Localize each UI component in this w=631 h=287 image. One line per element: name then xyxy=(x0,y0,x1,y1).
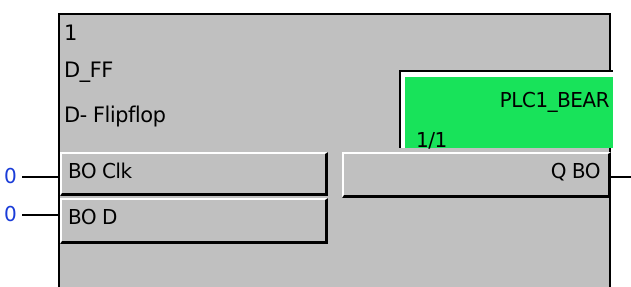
dff-function-block[interactable] xyxy=(58,13,611,287)
plc-name: PLC1_BEAR xyxy=(499,88,610,112)
input-port-d[interactable]: BO D xyxy=(60,198,328,244)
input-wire-clk xyxy=(22,176,60,178)
plc-assignment-box[interactable]: PLC1_BEAR 1/1 xyxy=(399,70,613,152)
input-value-clk[interactable]: 0 xyxy=(4,164,17,188)
output-port-q[interactable]: Q BO xyxy=(342,152,611,198)
block-number: 1 xyxy=(64,21,77,45)
plc-page: 1/1 xyxy=(416,128,447,152)
input-value-d[interactable]: 0 xyxy=(4,202,17,226)
input-wire-d xyxy=(22,214,60,216)
output-wire-q xyxy=(611,176,631,178)
input-port-clk[interactable]: BO Clk xyxy=(60,152,328,196)
block-description: D- Flipflop xyxy=(64,103,166,127)
block-type: D_FF xyxy=(64,58,113,82)
